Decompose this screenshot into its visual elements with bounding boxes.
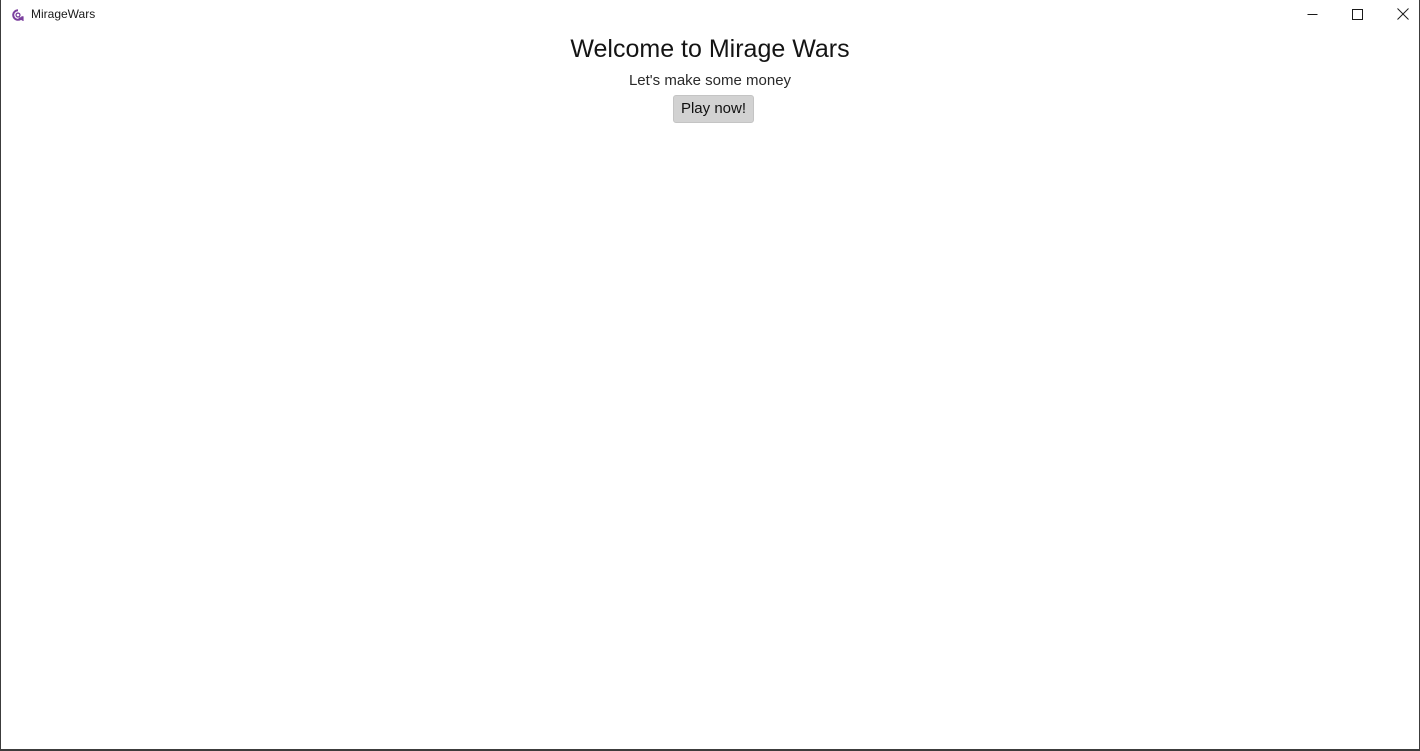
maximize-icon [1352, 8, 1363, 20]
title-bar[interactable]: MirageWars [1, 0, 1419, 28]
close-button[interactable] [1380, 0, 1420, 28]
page-subtitle: Let's make some money [628, 72, 792, 89]
play-now-button[interactable]: Play now! [673, 95, 754, 123]
minimize-icon [1307, 9, 1318, 20]
window-title: MirageWars [31, 7, 96, 21]
app-window: MirageWars Welcome to Mirage Wars Let's … [0, 0, 1420, 751]
maximize-button[interactable] [1335, 0, 1380, 28]
main-content: Welcome to Mirage Wars Let's make some m… [1, 28, 1419, 749]
page-title: Welcome to Mirage Wars [570, 35, 850, 63]
app-logo-icon [12, 8, 24, 22]
minimize-button[interactable] [1290, 0, 1335, 28]
close-icon [1396, 8, 1409, 20]
